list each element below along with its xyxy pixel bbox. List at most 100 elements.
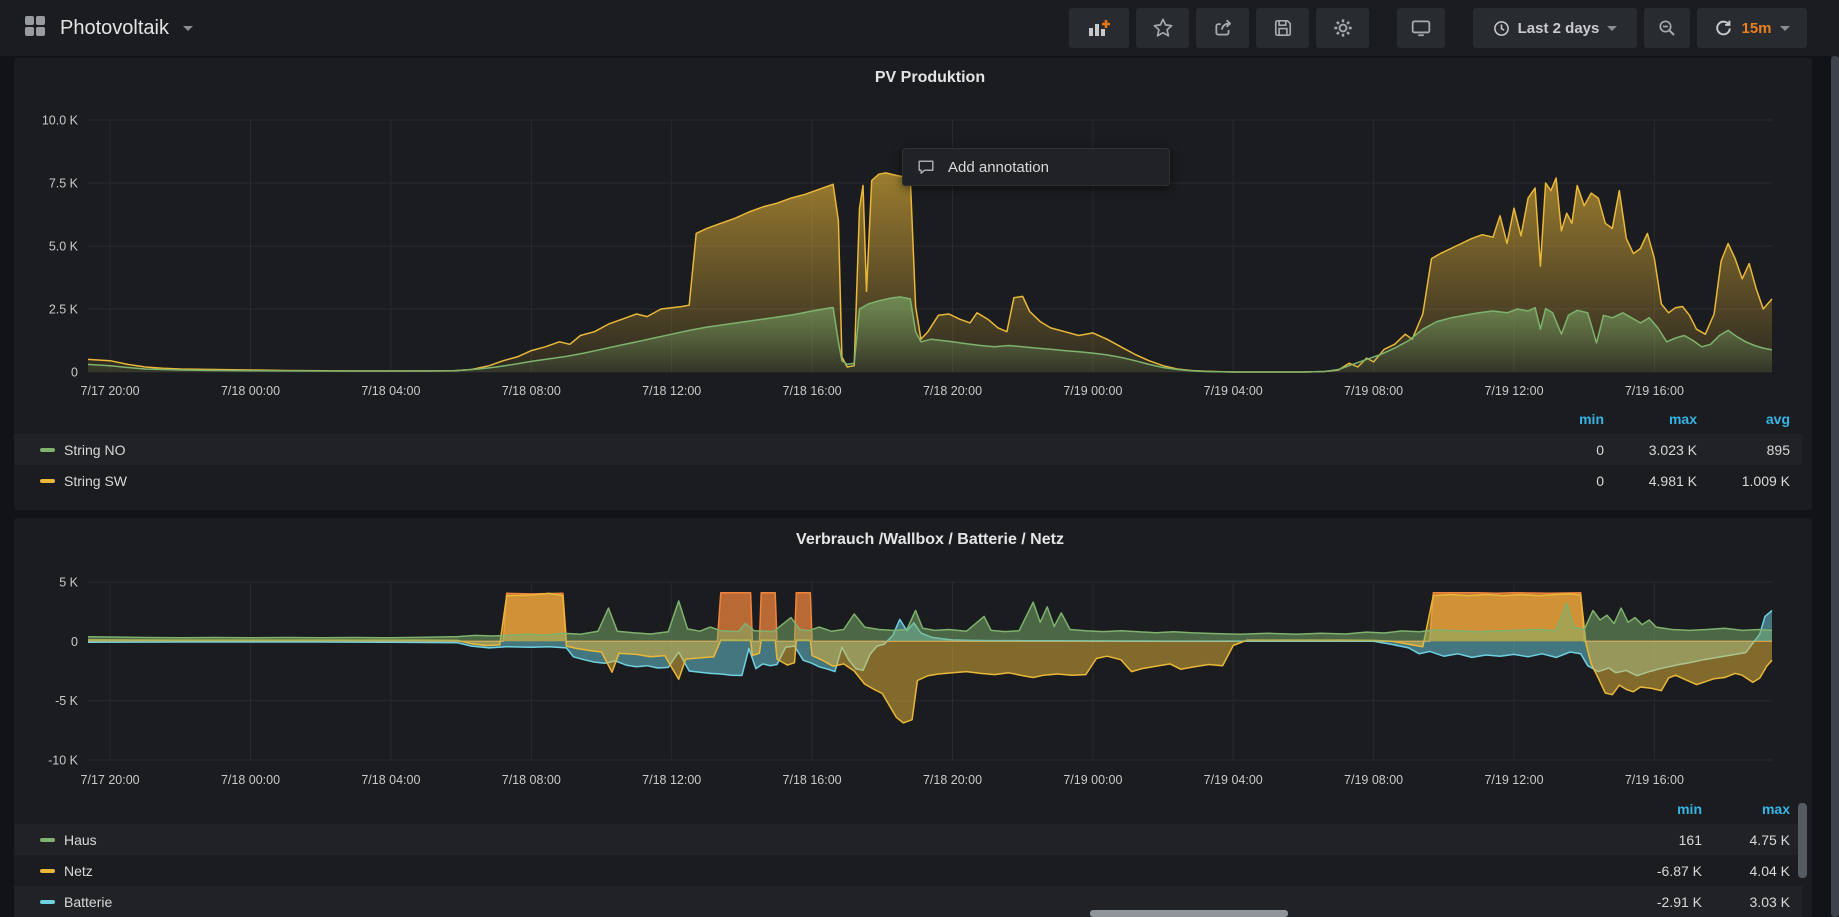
pv-produktion-legend: minmaxavg String NO 03.023 K895 String SW 04… [14, 404, 1802, 496]
time-range-picker[interactable]: Last 2 days [1473, 8, 1637, 48]
legend-row-string-no[interactable]: String NO 03.023 K895 [14, 434, 1802, 465]
verbrauch-chart[interactable]: -10 K -5 K 0 5 K 7/17 20:00 7/18 00:00 7/18 04… [0, 560, 1839, 796]
legend-stat-value: 4.981 K [1604, 473, 1697, 489]
page-scrollbar-thumb[interactable] [1831, 56, 1839, 917]
y-axis-tick-label: 5 K [59, 576, 78, 590]
dashboard-title-menu[interactable]: Photovoltaik [24, 15, 193, 42]
star-button[interactable] [1136, 8, 1189, 48]
legend-series-label: Haus [64, 832, 97, 848]
x-axis-tick-label: 7/19 04:00 [1204, 384, 1263, 398]
top-navbar: Photovoltaik [0, 0, 1839, 56]
series-color-swatch [40, 900, 55, 904]
y-axis-tick-label: 0 [71, 366, 78, 380]
legend-column-max[interactable]: max [1604, 411, 1697, 427]
legend-stat-value: 4.75 K [1702, 832, 1790, 848]
tv-cycle-button[interactable] [1397, 8, 1445, 48]
x-axis-tick-label: 7/19 12:00 [1484, 773, 1543, 787]
legend-stat-value: 0 [1511, 442, 1604, 458]
y-axis-tick-label: -5 K [55, 694, 79, 708]
x-axis-tick-label: 7/18 16:00 [783, 773, 842, 787]
legend-stat-value: -2.91 K [1614, 894, 1702, 910]
x-axis-tick-label: 7/18 12:00 [642, 773, 701, 787]
x-axis-tick-label: 7/19 04:00 [1204, 773, 1263, 787]
legend-stat-value: 895 [1697, 442, 1790, 458]
save-icon [1273, 18, 1293, 38]
series-color-swatch [40, 838, 55, 842]
chevron-down-icon [1607, 26, 1617, 31]
legend-stat-value: 3.023 K [1604, 442, 1697, 458]
series-color-swatch [40, 479, 55, 483]
y-axis-tick-label: -10 K [48, 754, 79, 768]
legend-scrollbar-thumb[interactable] [1798, 803, 1807, 878]
settings-button[interactable] [1316, 8, 1369, 48]
refresh-picker[interactable]: 15m [1697, 8, 1807, 48]
zoom-out-button[interactable] [1644, 8, 1690, 48]
share-icon [1213, 18, 1233, 38]
series-color-swatch [40, 869, 55, 873]
x-axis-tick-label: 7/19 08:00 [1344, 773, 1403, 787]
legend-stat-value: 3.03 K [1702, 894, 1790, 910]
legend-series-label: String SW [64, 473, 127, 489]
y-axis-tick-label: 2.5 K [49, 303, 79, 317]
legend-stat-value: -6.87 K [1614, 863, 1702, 879]
legend-series-label: Netz [64, 863, 93, 879]
legend-row-netz[interactable]: Netz -6.87 K4.04 K [14, 855, 1802, 886]
star-icon [1153, 18, 1173, 38]
y-axis-tick-label: 7.5 K [49, 177, 79, 191]
x-axis-tick-label: 7/19 08:00 [1344, 384, 1403, 398]
x-axis-tick-label: 7/19 16:00 [1625, 384, 1684, 398]
series-area-netz [88, 593, 1772, 723]
x-axis-tick-label: 7/18 04:00 [361, 773, 420, 787]
y-axis-tick-label: 0 [71, 635, 78, 649]
x-axis-tick-label: 7/18 20:00 [923, 773, 982, 787]
legend-stat-value: 4.04 K [1702, 863, 1790, 879]
legend-header-row: minmaxavg [14, 404, 1802, 434]
legend-header-row: minmax [14, 794, 1802, 824]
x-axis-tick-label: 7/18 04:00 [361, 384, 420, 398]
horizontal-scrollbar-thumb[interactable] [1090, 910, 1288, 917]
monitor-icon [1411, 18, 1431, 38]
comment-bubble-icon [917, 158, 935, 176]
x-axis-tick-label: 7/18 16:00 [783, 384, 842, 398]
gear-icon [1333, 18, 1353, 38]
legend-column-min[interactable]: min [1614, 801, 1702, 817]
save-button[interactable] [1256, 8, 1309, 48]
pv-produktion-chart[interactable]: 02.5 K5.0 K7.5 K10.0 K7/17 20:007/18 00:… [0, 56, 1839, 408]
dashboard-grid-icon [24, 15, 46, 42]
share-button[interactable] [1196, 8, 1249, 48]
legend-column-max[interactable]: max [1702, 801, 1790, 817]
legend-stat-value: 1.009 K [1697, 473, 1790, 489]
x-axis-tick-label: 7/18 08:00 [502, 773, 561, 787]
x-axis-tick-label: 7/19 00:00 [1063, 773, 1122, 787]
y-axis-tick-label: 5.0 K [49, 240, 79, 254]
x-axis-tick-label: 7/19 12:00 [1484, 384, 1543, 398]
x-axis-tick-label: 7/17 20:00 [81, 773, 140, 787]
legend-column-avg[interactable]: avg [1697, 411, 1790, 427]
add-panel-icon [1087, 18, 1111, 38]
legend-series-label: Batterie [64, 894, 112, 910]
legend-column-min[interactable]: min [1511, 411, 1604, 427]
x-axis-tick-label: 7/18 12:00 [642, 384, 701, 398]
legend-row-string-sw[interactable]: String SW 04.981 K1.009 K [14, 465, 1802, 496]
x-axis-tick-label: 7/17 20:00 [81, 384, 140, 398]
clock-icon [1493, 20, 1510, 37]
legend-row-haus[interactable]: Haus1614.75 K [14, 824, 1802, 855]
legend-stat-value: 0 [1511, 473, 1604, 489]
y-axis-tick-label: 10.0 K [42, 114, 79, 128]
add-panel-button[interactable] [1069, 8, 1129, 48]
x-axis-tick-label: 7/18 00:00 [221, 773, 280, 787]
add-annotation-tooltip[interactable]: Add annotation [902, 148, 1170, 186]
chevron-down-icon [1780, 26, 1790, 31]
refresh-interval-label: 15m [1741, 20, 1771, 37]
legend-row-batterie[interactable]: Batterie -2.91 K3.03 K [14, 886, 1802, 917]
x-axis-tick-label: 7/18 08:00 [502, 384, 561, 398]
x-axis-tick-label: 7/19 00:00 [1063, 384, 1122, 398]
panel-title-verbrauch[interactable]: Verbrauch /Wallbox / Batterie / Netz [88, 530, 1772, 550]
series-color-swatch [40, 448, 55, 452]
time-range-label: Last 2 days [1518, 20, 1600, 37]
zoom-out-icon [1658, 18, 1676, 38]
dashboard-title: Photovoltaik [60, 17, 169, 40]
verbrauch-legend: minmaxHaus1614.75 KNetz-6.87 K4.04 KBatt… [14, 794, 1802, 917]
legend-series-label: String NO [64, 442, 125, 458]
x-axis-tick-label: 7/18 20:00 [923, 384, 982, 398]
